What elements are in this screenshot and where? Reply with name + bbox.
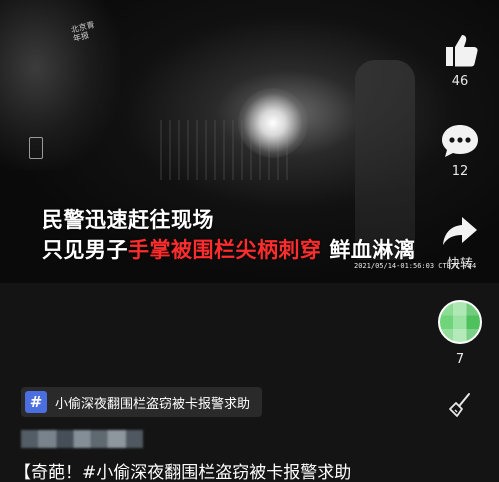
topic-tag[interactable]: # 小偷深夜翻围栏盗窃被卡报警求助: [21, 387, 263, 417]
comment-button[interactable]: 12: [434, 122, 486, 179]
video-scene-figure: [355, 60, 415, 260]
caption-line-2: 只见男子手掌被围栏尖柄刺穿 鲜血淋漓: [42, 234, 415, 264]
follower-count: 7: [455, 352, 465, 367]
video-player[interactable]: 北京青年报 民警迅速赶往现场 只见男子手掌被围栏尖柄刺穿 鲜血淋漓 2021/0…: [0, 0, 499, 283]
phone-icon: [29, 137, 43, 159]
caption-line-2-highlight: 手掌被围栏尖柄刺穿: [128, 238, 322, 262]
like-button[interactable]: 46: [434, 30, 486, 89]
caption-line-1: 民警迅速赶往现场: [42, 208, 214, 232]
author-name-blurred[interactable]: [21, 430, 143, 448]
like-count: 46: [451, 74, 469, 89]
share-label: 快转: [446, 257, 473, 272]
caption-line-2-prefix: 只见男子: [42, 238, 128, 262]
author-avatar-button[interactable]: 7: [434, 300, 486, 367]
topic-label: 小偷深夜翻围栏盗窃被卡报警求助: [55, 396, 251, 412]
video-post-screen: 北京青年报 民警迅速赶往现场 只见男子手掌被围栏尖柄刺穿 鲜血淋漓 2021/0…: [0, 0, 499, 482]
share-button[interactable]: 快转: [434, 213, 486, 272]
comment-bubble-icon: [442, 125, 478, 157]
thumbs-up-icon: [446, 35, 478, 67]
share-arrow-icon: [443, 217, 477, 245]
comment-count: 12: [451, 164, 469, 179]
clear-screen-button[interactable]: [434, 392, 486, 422]
video-scene-trees: [0, 0, 120, 170]
caption-line-2-suffix: 鲜血淋漓: [329, 238, 416, 262]
avatar: [438, 300, 482, 344]
post-title: 【奇葩！#小偷深夜翻围栏盗窃被卡报警求助: [14, 463, 352, 482]
broom-icon: [449, 393, 470, 417]
hashtag-icon: #: [25, 391, 47, 413]
video-scene-flashlight: [238, 88, 308, 158]
